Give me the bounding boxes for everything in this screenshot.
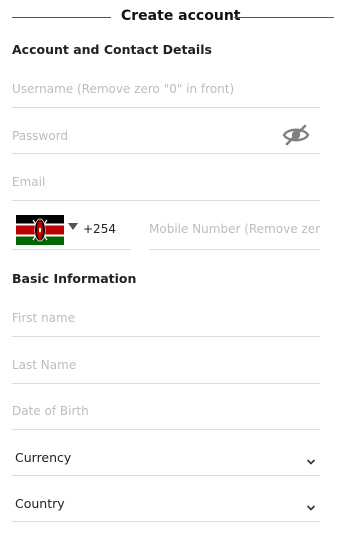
country-code-select[interactable]: +254 (12, 211, 131, 250)
mobile-number-field[interactable]: Mobile Number (Remove zero "0" in front) (149, 211, 320, 250)
first-name-placeholder: First name (12, 311, 76, 325)
first-name-field[interactable]: First name (12, 299, 320, 337)
eye-slash-icon[interactable] (282, 124, 310, 146)
username-placeholder: Username (Remove zero "0" in front) (12, 82, 235, 96)
username-field[interactable]: Username (Remove zero "0" in front) (12, 70, 320, 108)
password-placeholder: Password (12, 129, 69, 143)
kenya-flag-icon (16, 215, 64, 245)
date-of-birth-field[interactable]: Date of Birth (12, 392, 320, 430)
caret-down-icon (68, 223, 78, 230)
dial-code: +254 (83, 222, 116, 236)
last-name-field[interactable]: Last Name (12, 346, 320, 384)
account-section-title: Account and Contact Details (12, 42, 212, 57)
currency-select[interactable]: Currency (12, 438, 320, 476)
password-field[interactable]: Password (12, 117, 320, 154)
divider-left (12, 17, 111, 18)
email-placeholder: Email (12, 175, 46, 189)
currency-label: Currency (15, 450, 72, 465)
last-name-placeholder: Last Name (12, 358, 77, 372)
country-select[interactable]: Country (12, 484, 320, 522)
chevron-down-icon (306, 498, 316, 511)
mobile-placeholder: Mobile Number (Remove zero "0" in front) (149, 222, 320, 236)
email-field[interactable]: Email (12, 163, 320, 201)
basic-section-title: Basic Information (12, 271, 137, 286)
divider-right (234, 17, 334, 18)
page-header: Create account (0, 4, 348, 32)
country-label: Country (15, 496, 65, 511)
chevron-down-icon (306, 452, 316, 465)
page-title: Create account (121, 8, 241, 24)
dob-placeholder: Date of Birth (12, 404, 89, 418)
